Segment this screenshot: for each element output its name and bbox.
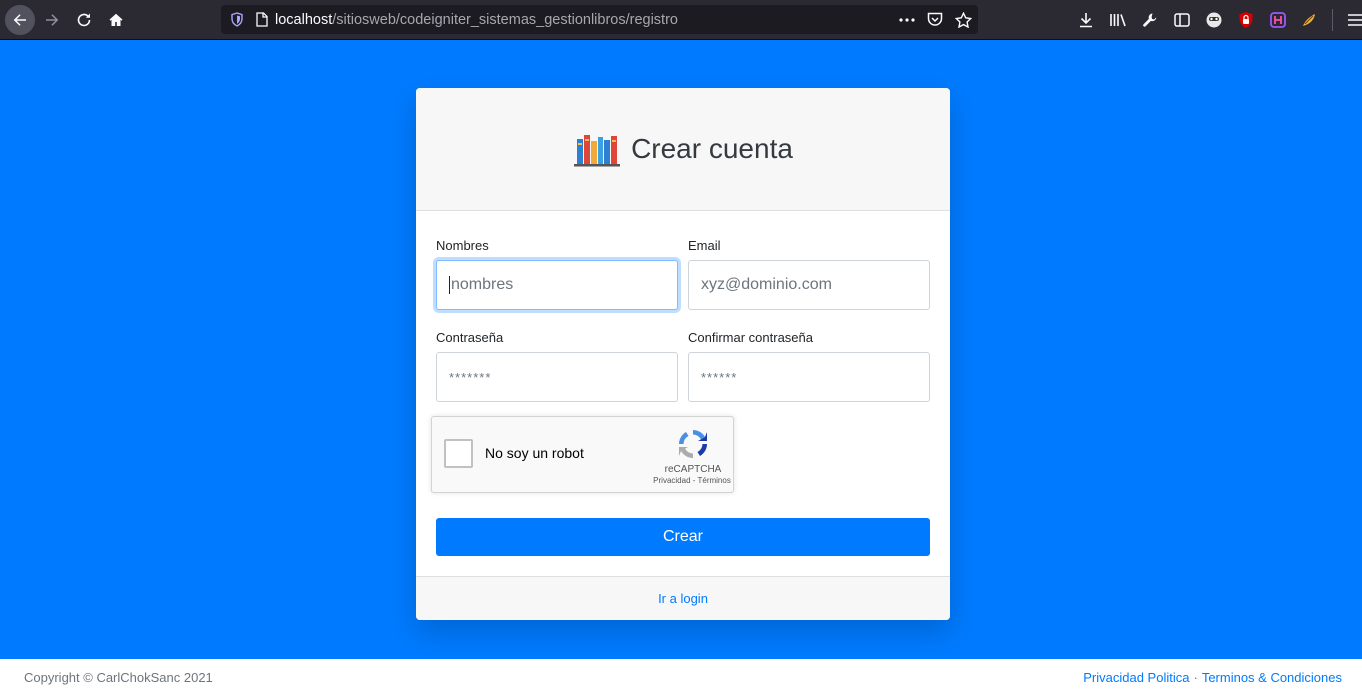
card-footer: Ir a login xyxy=(416,576,950,620)
footer-separator: · xyxy=(1193,669,1198,685)
card-title-wrap: Crear cuenta xyxy=(573,131,793,167)
bookmark-star-icon[interactable] xyxy=(954,11,972,29)
privacy-link[interactable]: Privacidad Politica xyxy=(1083,670,1189,685)
crear-button[interactable]: Crear xyxy=(436,518,930,556)
page-info-icon[interactable] xyxy=(255,12,269,28)
url-text[interactable]: localhost/sitiosweb/codeigniter_sistemas… xyxy=(275,12,678,28)
recaptcha-logo-icon xyxy=(679,430,707,458)
password-input[interactable]: ******* xyxy=(436,352,678,402)
nombres-placeholder: nombres xyxy=(451,276,514,293)
recaptcha-label: No soy un robot xyxy=(485,445,584,461)
recaptcha-checkbox[interactable] xyxy=(444,439,473,468)
back-button[interactable] xyxy=(5,4,35,35)
url-path: /sitiosweb/codeigniter_sistemas_gestionl… xyxy=(332,11,678,28)
home-button[interactable] xyxy=(101,5,131,35)
menu-icon[interactable] xyxy=(1339,5,1362,35)
url-bar[interactable]: localhost/sitiosweb/codeigniter_sistemas… xyxy=(221,5,978,34)
reload-icon xyxy=(77,13,91,26)
wrench-icon[interactable] xyxy=(1134,5,1166,35)
confirm-password-placeholder: ****** xyxy=(701,369,738,385)
browser-toolbar: localhost/sitiosweb/codeigniter_sistemas… xyxy=(0,0,1362,40)
home-icon xyxy=(109,13,123,26)
sidebar-icon[interactable] xyxy=(1166,5,1198,35)
forward-icon xyxy=(46,13,59,26)
extension-icon[interactable] xyxy=(1262,5,1294,35)
download-icon[interactable] xyxy=(1070,5,1102,35)
login-link[interactable]: Ir a login xyxy=(658,591,708,606)
password-placeholder: ******* xyxy=(449,369,492,385)
confirm-password-input[interactable]: ****** xyxy=(688,352,930,402)
page-title: Crear cuenta xyxy=(631,133,793,164)
terms-link[interactable]: Terminos & Condiciones xyxy=(1202,670,1342,685)
confirm-password-group: Confirmar contraseña ****** xyxy=(688,330,930,402)
copyright-text: Copyright © CarlChokSanc 2021 xyxy=(24,669,213,685)
password-group: Contraseña ******* xyxy=(436,330,678,402)
books-icon xyxy=(574,135,621,167)
nombres-group: Nombres nombres xyxy=(436,238,678,310)
url-host: localhost xyxy=(275,11,333,28)
extension-icon[interactable] xyxy=(1198,5,1230,35)
email-placeholder: xyz@dominio.com xyxy=(701,276,832,293)
ublock-icon[interactable] xyxy=(1230,5,1262,35)
text-caret xyxy=(449,276,450,294)
more-actions-icon[interactable] xyxy=(898,11,916,29)
email-input[interactable]: xyz@dominio.com xyxy=(688,260,930,310)
recaptcha-widget: No soy un robot reCAPTCHA Privacidad - T… xyxy=(431,416,734,493)
toolbar-separator xyxy=(1332,9,1333,31)
password-label: Contraseña xyxy=(436,330,504,345)
extension-icon[interactable] xyxy=(1294,5,1326,35)
page-footer: Copyright © CarlChokSanc 2021 Privacidad… xyxy=(0,659,1362,695)
recaptcha-terms-link[interactable]: Privacidad - Términos xyxy=(632,476,752,485)
library-icon[interactable] xyxy=(1102,5,1134,35)
pocket-icon[interactable] xyxy=(926,11,944,29)
forward-button[interactable] xyxy=(37,5,67,35)
nombres-input[interactable]: nombres xyxy=(436,260,678,310)
register-card: Crear cuenta Nombres nombres Email xyz@d… xyxy=(416,88,950,620)
tracking-shield-icon[interactable] xyxy=(229,12,245,28)
reload-button[interactable] xyxy=(69,5,99,35)
card-header: Crear cuenta xyxy=(416,88,950,211)
footer-links: Privacidad Politica · Terminos & Condici… xyxy=(1083,670,1342,685)
confirm-password-label: Confirmar contraseña xyxy=(688,330,813,345)
email-group: Email xyz@dominio.com xyxy=(688,238,930,310)
recaptcha-brand: reCAPTCHA xyxy=(664,464,722,475)
register-form: Nombres nombres Email xyz@dominio.com Co… xyxy=(416,211,950,576)
email-label: Email xyxy=(688,238,721,253)
back-icon xyxy=(13,13,26,26)
nombres-label: Nombres xyxy=(436,238,489,253)
